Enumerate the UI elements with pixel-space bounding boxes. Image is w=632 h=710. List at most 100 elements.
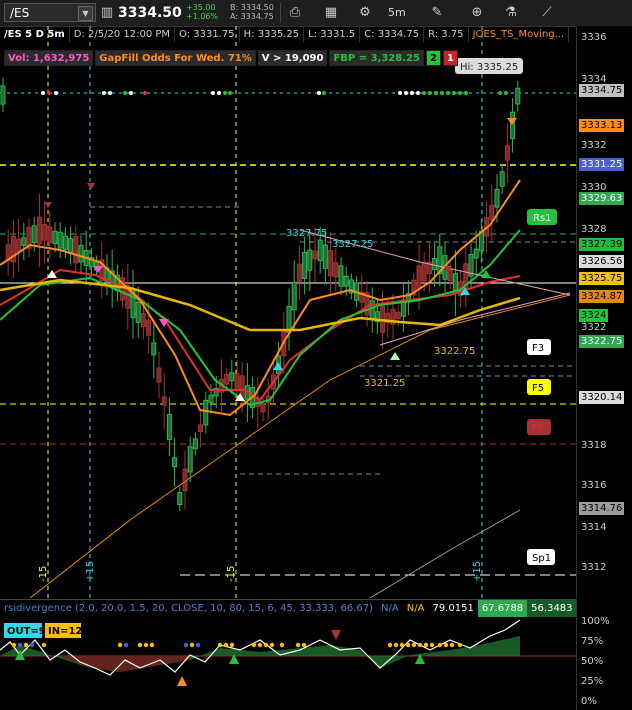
price-label-3327-25: 3327.25 [332,239,373,250]
signal-dot [223,91,227,95]
signal-dot [228,91,232,95]
rsi-dot [143,642,149,648]
signal-dot [129,91,133,95]
price-scale[interactable]: 3336 3334 3332 3330 3328 3322 3318 3316 … [576,26,632,598]
tick-3336: 3336 [581,32,607,43]
lower-study-header: rsidivergence (2.0, 20.0, 1.5, 20, CLOSE… [0,599,577,617]
candle-body [395,311,401,320]
signal-dot [108,91,112,95]
study-value-1: 79.0151 [432,603,474,614]
tick-3312: 3312 [581,562,607,573]
study-title[interactable]: rsidivergence (2.0, 20.0, 1.5, 20, CLOSE… [0,600,377,617]
rsi-dot [399,642,405,648]
print-icon[interactable]: ⎙ [286,4,304,22]
rsi-dot [137,642,143,648]
rsi-signal-dots [11,642,463,648]
tick-3316: 3316 [581,480,607,491]
candle-body [224,373,230,385]
signal-dot [54,91,58,95]
symbol-text: /ES [10,6,30,20]
count-red-badge: 1 [442,50,458,66]
tick-3314: 3314 [581,522,607,533]
timeframe-selector[interactable]: 5m [388,6,406,19]
crosshair-icon[interactable]: ⊕ [468,4,486,22]
candle-body [489,204,495,221]
signal-dot [498,91,502,95]
volume-threshold-label: V > 19,090 [257,50,328,66]
rsi-dot [405,642,411,648]
candle-body [328,250,334,277]
dropdown-icon[interactable]: ▼ [78,6,93,21]
candle-body [208,394,214,403]
in-badge: IN=12 [48,626,82,637]
bar-close: C: 3334.75 [360,27,425,42]
scale-75: 75% [581,636,604,647]
rsi-dot [229,642,235,648]
bar-low: L: 3331.5 [304,27,361,42]
rsi-dot [393,642,399,648]
rsi-dot [387,642,393,648]
candle-body [52,230,58,245]
price-chart[interactable]: Hi: 3335.25 3327.75 3327.25 3322.75 3321… [0,26,632,598]
price-box-gray: 3314.76 [579,502,625,515]
candle-body [73,235,79,264]
candle-body [452,273,458,294]
draw-icon[interactable]: ✎ [428,4,446,22]
price-label-3327-75: 3327.75 [286,228,327,239]
tick-3318: 3318 [581,440,607,451]
symbol-selector[interactable]: /ES ▼ [4,3,96,22]
candle-body [343,275,349,287]
rsi-dot [29,642,35,648]
study-value-2: 67.6788 [477,600,528,617]
gear-icon[interactable]: ⚙ [356,4,374,22]
signal-dot [41,91,45,95]
signal-dot [211,91,215,95]
rsi-dot [23,642,29,648]
rsi-dot [217,642,223,648]
price-box-blue: 3331.25 [579,158,625,171]
candle-body [62,235,68,250]
flask-icon[interactable]: ⚗ [502,4,520,22]
signal-dot [317,91,321,95]
signal-dot [102,91,106,95]
out-badge: OUT=9 [7,626,46,637]
candle-body [322,244,328,269]
rsi-dot [417,642,423,648]
guide-label-plus15-b: +15 [472,561,483,582]
link-icon[interactable]: ▥ [98,4,116,22]
study-name[interactable]: JOES_TS_Moving... [469,27,570,42]
guide-label-plus15-a: +15 [85,561,96,582]
signal-dot [143,91,147,95]
ask-value: A: 3334.75 [230,12,274,21]
signal-dot [123,91,127,95]
rsi-dot [149,642,155,648]
signal-dot [504,91,508,95]
scale-25: 25% [581,676,604,687]
guide-label-minus15-a: -15 [38,566,49,582]
price-box-f5: 3320.14 [579,391,625,404]
rsi-dot [411,642,417,648]
price-label-3321-25: 3321.25 [364,378,405,389]
moving-averages [0,179,571,598]
candle-body [291,281,297,311]
rsi-dot [301,642,307,648]
rsi-dot [251,642,257,648]
chart-style-icon[interactable]: ⟋ [538,4,556,22]
rsi-dot [423,642,429,648]
candle-body [135,301,141,323]
last-price: 3334.50 [118,5,182,21]
candle-body [140,313,146,328]
candle-body [473,248,479,259]
tick-3322: 3322 [581,322,607,333]
f6-label: F6 [532,423,544,434]
signal-dot [322,91,326,95]
tick-3328: 3328 [581,224,607,235]
candle-body [192,438,198,450]
candle-body [68,238,74,253]
candle-body [312,250,318,260]
price-box-fbp: 3322.75 [579,335,625,348]
candle-body [198,424,204,432]
rsi-divergence-panel[interactable]: OUT=9 IN=12 [0,616,576,710]
grid-icon[interactable]: ▦ [322,4,340,22]
price-box-green-ema: 3324 [579,309,609,322]
